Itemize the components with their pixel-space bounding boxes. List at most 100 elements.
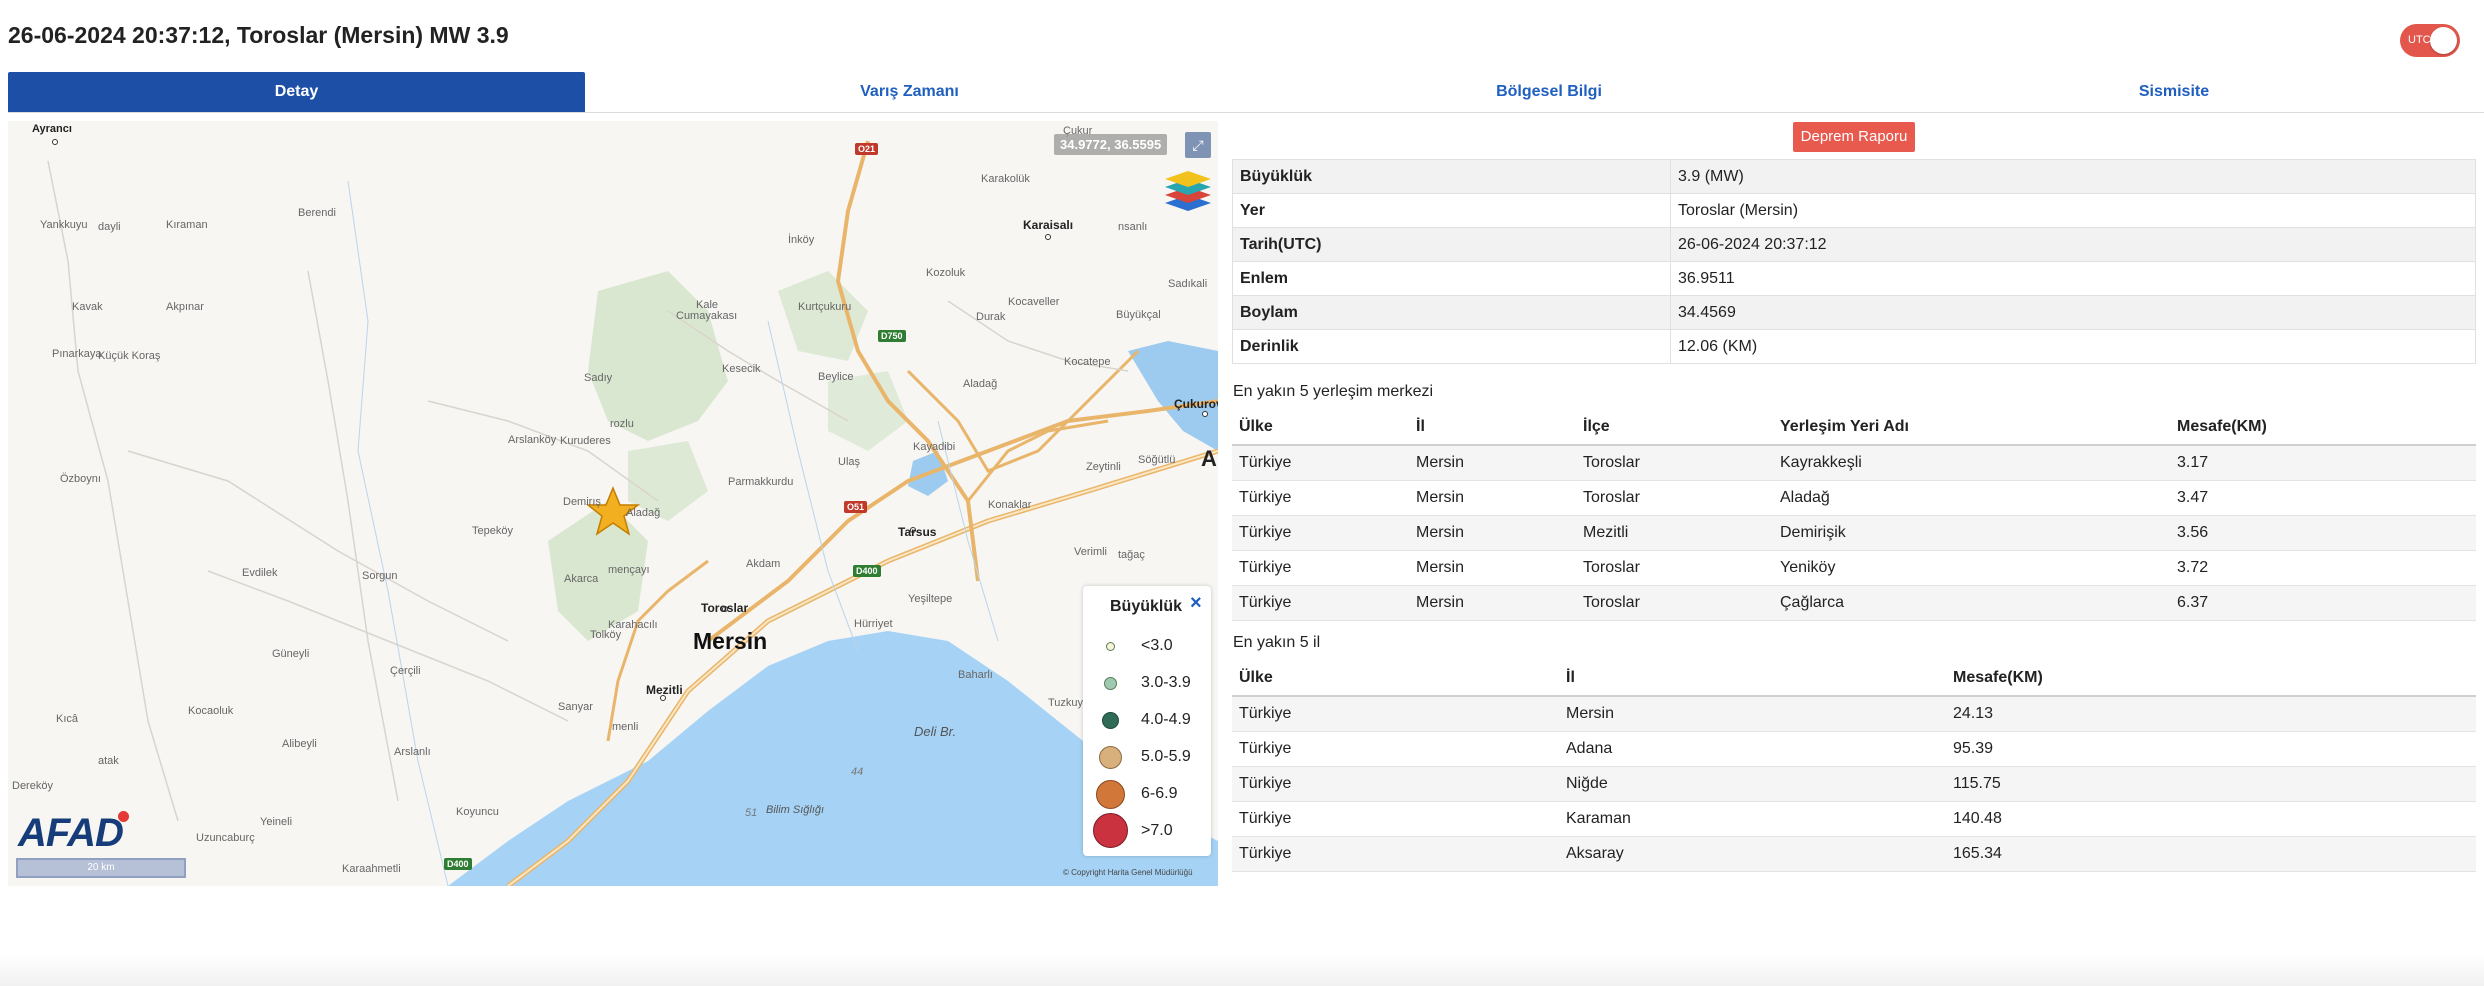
detail-value: 12.06 (KM) <box>1670 329 2476 364</box>
map-sea-label: Deli Br. <box>914 724 957 739</box>
map-place-label: Akpınar <box>166 301 204 313</box>
table-cell: 3.47 <box>2170 480 2476 516</box>
utc-toggle[interactable]: UTC <box>2400 24 2460 57</box>
tab-detay[interactable]: Detay <box>8 72 585 112</box>
detail-value: 26-06-2024 20:37:12 <box>1670 227 2476 262</box>
road-shield: D400 <box>853 565 881 577</box>
tab-sismisite[interactable]: Sismisite <box>1864 72 2484 112</box>
table-cell: Aksaray <box>1559 836 1946 872</box>
map-place-label: Kocatepe <box>1064 356 1111 368</box>
earthquake-report-button[interactable]: Deprem Raporu <box>1793 122 1915 152</box>
map-city-mersin: Mersin <box>693 628 768 654</box>
map-place-label: Söğütlü <box>1138 454 1176 466</box>
legend-dot <box>1099 746 1122 769</box>
map-place-label: Tolköy <box>590 629 622 641</box>
table-cell: Türkiye <box>1232 836 1559 872</box>
toggle-knob <box>2430 27 2457 54</box>
magnitude-legend: Büyüklük × <3.0 3.0-3.9 4.0-4.9 5.0-5.9 … <box>1083 586 1211 856</box>
table-cell: Mezitli <box>1576 515 1773 551</box>
table-cell: Çağlarca <box>1773 585 2170 621</box>
layers-icon[interactable] <box>1163 169 1213 213</box>
close-icon[interactable]: × <box>1190 592 1202 615</box>
tab-varis-zamani[interactable]: Varış Zamanı <box>585 72 1234 112</box>
utc-toggle-label: UTC <box>2408 34 2431 46</box>
coordinate-readout: 34.9772, 36.5595 <box>1054 134 1168 155</box>
table-row: Türkiye Adana 95.39 <box>1232 731 2476 767</box>
map-place-label: Kozoluk <box>926 267 966 279</box>
table-cell: 95.39 <box>1946 731 2476 767</box>
map-place-label: Dereköy <box>12 780 53 792</box>
map-depth-label: 44 <box>851 766 864 778</box>
map-sea-place: Bilim Sığlığı <box>766 804 825 816</box>
table-cell: Mersin <box>1559 696 1946 732</box>
earthquake-map[interactable]: Ayrancı Berendi Yankkuyu dayli Kıraman K… <box>8 121 1218 886</box>
map-town-tarsus: Tarsus <box>898 525 937 539</box>
table-row: Türkiye Mersin Toroslar Kayrakkeşli 3.17 <box>1232 445 2476 481</box>
table-cell: Mersin <box>1409 445 1576 481</box>
table-cell: Türkiye <box>1232 550 1409 586</box>
map-place-label: Verimli <box>1074 546 1108 558</box>
map-place-label: Ayrancı <box>32 123 72 135</box>
map-place-label: Kıraman <box>166 219 208 231</box>
map-place-label: Durak <box>976 311 1006 323</box>
table-cell: 6.37 <box>2170 585 2476 621</box>
table-cell: 165.34 <box>1946 836 2476 872</box>
table-row: Türkiye Mersin Toroslar Yeniköy 3.72 <box>1232 550 2476 586</box>
map-place-label: Kocaveller <box>1008 296 1060 308</box>
road-shield: D750 <box>878 330 906 342</box>
map-town-toroslar: Toroslar <box>701 601 749 615</box>
map-place-label: Uzuncaburç <box>196 832 255 844</box>
map-place-label: Beylice <box>818 371 854 383</box>
map-place-label: Konaklar <box>988 499 1032 511</box>
road-shield: O51 <box>844 501 868 513</box>
map-place-label: Kurtçukuru <box>798 301 852 313</box>
map-place-label: Kocaoluk <box>188 705 234 717</box>
page-title: 26-06-2024 20:37:12, Toroslar (Mersin) M… <box>8 22 509 48</box>
afad-logo-mark <box>118 811 129 822</box>
map-town-cukurova: Çukurova <box>1174 397 1218 411</box>
map-place-label: Kavak <box>72 301 103 313</box>
map-place-label: Akarca <box>564 573 599 585</box>
map-place-label: İnköy <box>788 234 815 246</box>
map-place-label: dayli <box>98 221 121 233</box>
legend-label: 6-6.9 <box>1141 785 1178 802</box>
detail-value: 34.4569 <box>1670 295 2476 330</box>
map-place-label: menli <box>612 721 639 733</box>
column-header: İlçe <box>1576 410 1773 446</box>
map-place-label: Pınarkaya <box>52 348 102 360</box>
map-place-label: Çerçili <box>390 665 421 677</box>
legend-item: 4.0-4.9 <box>1083 705 1211 739</box>
table-cell: Aladağ <box>1773 480 2170 516</box>
table-row: Türkiye Mersin Toroslar Çağlarca 6.37 <box>1232 585 2476 621</box>
map-place-label: Berendi <box>298 207 336 219</box>
table-cell: 24.13 <box>1946 696 2476 732</box>
legend-dot <box>1106 642 1115 651</box>
table-cell: Toroslar <box>1576 445 1773 481</box>
legend-label: <3.0 <box>1141 637 1173 654</box>
legend-dot <box>1104 677 1117 690</box>
detail-value: 36.9511 <box>1670 261 2476 296</box>
legend-dot <box>1102 712 1119 729</box>
map-place-label: Akdam <box>746 558 781 570</box>
nearest-settlements-table: Ülke İl İlçe Yerleşim Yeri Adı Mesafe(KM… <box>1232 410 2476 621</box>
legend-item: >7.0 <box>1083 813 1211 850</box>
road-shield: D400 <box>444 858 472 870</box>
detail-key: Derinlik <box>1232 329 1671 364</box>
table-cell: 3.56 <box>2170 515 2476 551</box>
map-place-label: Karakolük <box>981 173 1030 185</box>
table-row: Türkiye Mersin Mezitli Demirişik 3.56 <box>1232 515 2476 551</box>
table-cell: Türkiye <box>1232 515 1409 551</box>
column-header: Yerleşim Yeri Adı <box>1773 410 2170 446</box>
detail-key: Yer <box>1232 193 1671 228</box>
map-copyright: © Copyright Harita Genel Müdürlüğü <box>1063 868 1193 877</box>
map-place-label: Sanyar <box>558 701 593 713</box>
column-header: İl <box>1409 410 1576 446</box>
tab-bar: Detay Varış Zamanı Bölgesel Bilgi Sismis… <box>8 72 2484 113</box>
table-cell: Mersin <box>1409 515 1576 551</box>
map-place-label: Hürriyet <box>854 618 893 630</box>
tab-bolgesel-bilgi[interactable]: Bölgesel Bilgi <box>1234 72 1864 112</box>
table-cell: Karaman <box>1559 801 1946 837</box>
fullscreen-icon[interactable]: ⤢ <box>1185 132 1211 158</box>
table-header-row: Ülke İl Mesafe(KM) <box>1232 661 2476 697</box>
map-place-label: Tepeköy <box>472 525 513 537</box>
